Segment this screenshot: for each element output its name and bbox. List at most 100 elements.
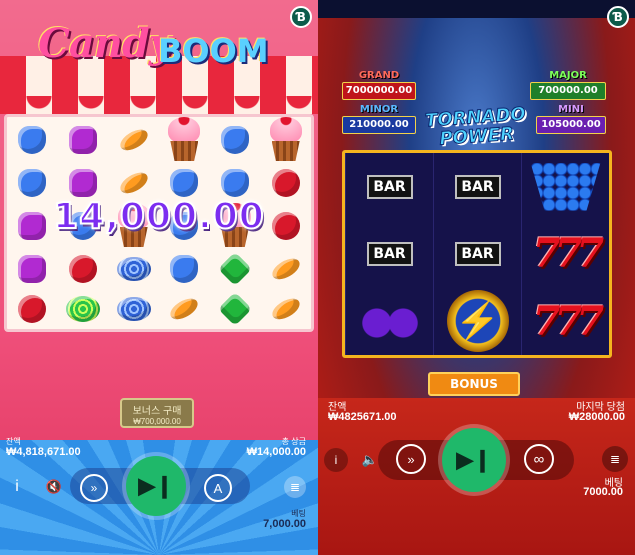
seven-symbol: 777 — [532, 230, 604, 278]
reel-cell — [58, 117, 109, 163]
spin-button[interactable]: ▶❙ — [126, 456, 186, 516]
reel-cell: 777 — [521, 220, 609, 288]
blue-candy-symbol — [220, 126, 249, 154]
reel-cell — [7, 117, 58, 163]
bet-value: 7000.00 — [583, 486, 623, 498]
reel-cell: BAR — [345, 220, 433, 288]
reel-cell — [7, 289, 58, 329]
reel-cell — [210, 249, 261, 289]
orange-candy-symbol — [116, 125, 151, 155]
reel-cell — [58, 289, 109, 329]
bonus-buy-button[interactable]: 보너스 구매 ₩700,000.00 — [120, 398, 194, 428]
reel-cell — [58, 249, 109, 289]
jackpot-major-label: MAJOR — [549, 70, 587, 81]
red-candy-symbol — [18, 295, 47, 323]
bonus-buy-price: ₩700,000.00 — [133, 417, 181, 426]
play-pause-icon: ▶❙ — [456, 447, 492, 472]
reel-cell — [159, 289, 210, 329]
logo-word-boom: BOOM — [158, 32, 269, 70]
purple-candy-symbol — [68, 169, 97, 197]
reel-cell — [108, 117, 159, 163]
bar-symbol: BAR — [366, 241, 413, 266]
play-pause-icon: ▶❙ — [138, 473, 174, 498]
bet-stack-icon[interactable]: ≣ — [602, 446, 628, 472]
orange-candy-symbol — [167, 294, 202, 324]
reel-cell — [108, 289, 159, 329]
orange-candy-symbol — [268, 254, 303, 284]
reel-cell — [210, 289, 261, 329]
fast-play-icon[interactable]: » — [80, 474, 108, 502]
reel-cell — [159, 249, 210, 289]
provider-badge-icon: Ɓ — [290, 6, 312, 28]
info-icon[interactable]: i — [324, 448, 348, 472]
wave-candy-symbol — [65, 296, 100, 322]
autoplay-icon[interactable]: A — [204, 474, 232, 502]
jackpot-grand: GRAND 7000000.00 — [342, 70, 416, 102]
reel-cell: BAR — [345, 153, 433, 221]
reel-cell — [108, 249, 159, 289]
jackpot-minor-value: 210000.00 — [342, 116, 416, 134]
grapes-symbol — [530, 162, 601, 211]
tornado-power-game: GRAND 7000000.00 MAJOR 700000.00 MINOR 2… — [318, 0, 635, 555]
last-win-value: ₩28000.00 — [568, 411, 625, 423]
green-candy-symbol — [218, 252, 252, 286]
win-amount: 14,000.00 — [52, 195, 265, 238]
orange-candy-symbol — [268, 294, 303, 324]
blue-candy-symbol — [170, 169, 199, 197]
seven-symbol: 777 — [532, 297, 604, 345]
reel-cell — [345, 287, 433, 355]
game-title: TORNADO POWER — [415, 103, 537, 150]
spin-button[interactable]: ▶❙ — [442, 428, 506, 492]
blue-candy-symbol — [170, 255, 199, 283]
reel-cell: ⚡ — [433, 287, 521, 355]
cup-candy-symbol — [164, 117, 204, 163]
logo-word-candy: Candy — [38, 20, 172, 67]
bar-symbol: BAR — [454, 241, 501, 266]
green-candy-symbol — [218, 292, 252, 326]
red-candy-symbol — [68, 255, 97, 283]
reel-cell: 777 — [521, 287, 609, 355]
bonus-label: BONUS — [450, 377, 498, 391]
lightning-wild-icon: ⚡ — [446, 290, 509, 353]
reel-grid: BAR BAR BAR BAR 777 ⚡ 777 — [342, 150, 612, 358]
balance-value: ₩4825671.00 — [328, 411, 397, 423]
reel-cell — [7, 249, 58, 289]
total-win-value: ₩14,000.00 — [246, 446, 306, 458]
reel-cell — [210, 117, 261, 163]
candy-boom-game: Candy BOOM 14,000.00 보너스 구매 ₩700,000.00 … — [0, 0, 318, 555]
jackpot-minor: MINOR 210000.00 — [342, 104, 416, 136]
info-icon[interactable]: i — [6, 476, 28, 498]
balance-value: ₩4,818,671.00 — [6, 446, 81, 458]
jackpot-major: MAJOR 700000.00 — [530, 70, 606, 102]
reel-cell — [260, 117, 311, 163]
reel-cell — [521, 153, 609, 221]
fast-play-icon[interactable]: » — [396, 444, 426, 474]
mute-icon[interactable]: 🔇 — [42, 476, 66, 498]
reel-cell: BAR — [433, 220, 521, 288]
disc-candy-symbol — [116, 297, 151, 321]
reel-cell — [159, 117, 210, 163]
purple-candy-symbol — [18, 255, 47, 283]
plum-symbol — [356, 301, 423, 342]
jackpot-grand-value: 7000000.00 — [342, 82, 416, 100]
blue-candy-symbol — [220, 169, 249, 197]
bar-symbol: BAR — [454, 174, 501, 199]
game-logo: Candy BOOM — [38, 18, 278, 78]
jackpot-mini-label: MINI — [558, 104, 584, 115]
jackpot-grand-label: GRAND — [358, 70, 400, 81]
orange-candy-symbol — [116, 168, 151, 198]
sound-icon[interactable]: 🔈 — [358, 448, 382, 472]
blue-candy-symbol — [18, 169, 47, 197]
disc-candy-symbol — [116, 257, 151, 281]
bonus-button[interactable]: BONUS — [428, 372, 520, 396]
autoplay-loop-icon[interactable]: ∞ — [524, 444, 554, 474]
awning-edge — [0, 96, 318, 116]
reel-cell — [260, 249, 311, 289]
bet-value: 7,000.00 — [263, 518, 306, 530]
bet-stack-icon[interactable]: ≣ — [284, 476, 306, 498]
blue-candy-symbol — [18, 126, 47, 154]
bonus-buy-label: 보너스 구매 — [132, 406, 182, 417]
cup-candy-symbol — [266, 117, 306, 163]
top-strip — [318, 0, 635, 18]
purple-candy-symbol — [68, 126, 97, 154]
